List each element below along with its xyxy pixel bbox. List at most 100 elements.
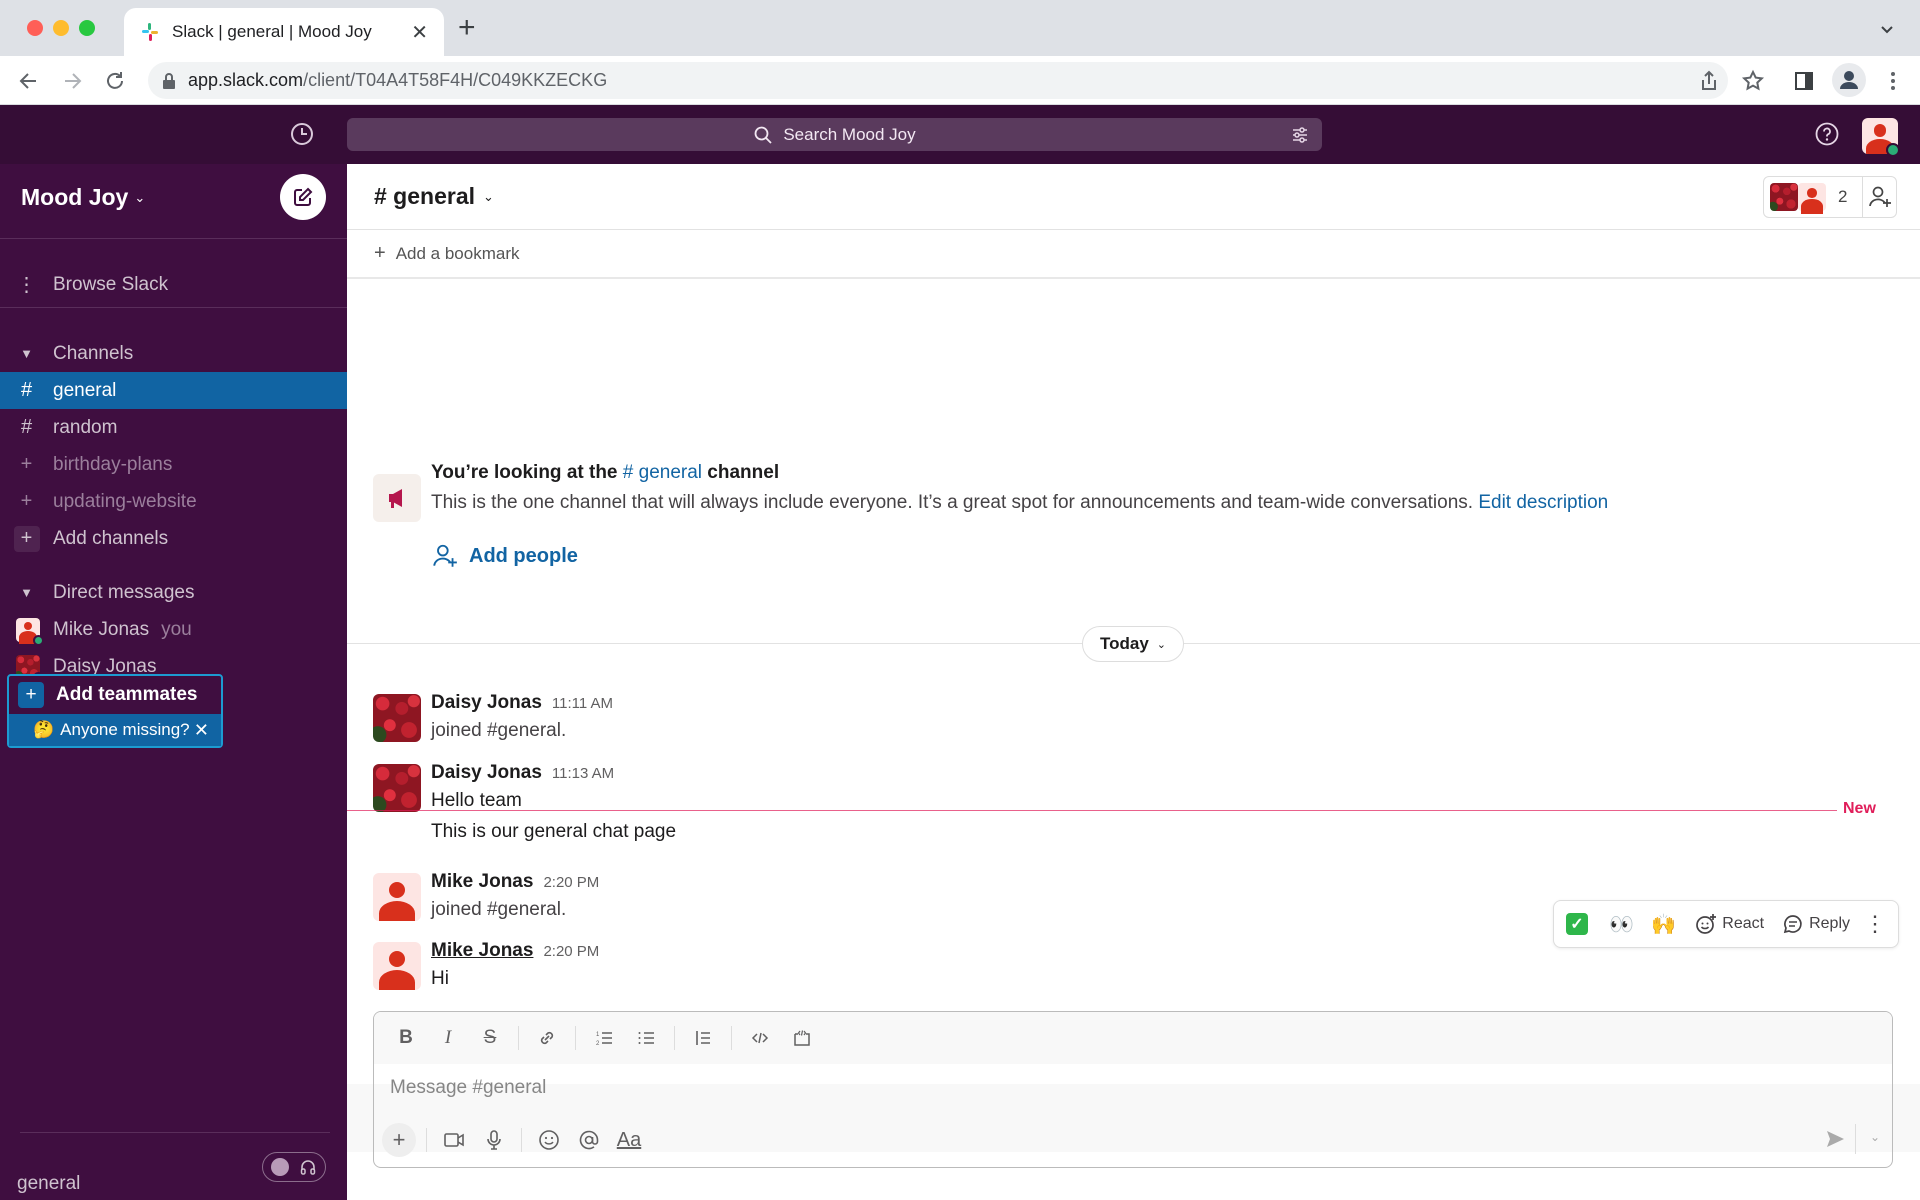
message-timestamp[interactable]: 11:13 AM [552, 765, 614, 782]
avatar[interactable] [373, 873, 421, 921]
close-window-button[interactable] [27, 20, 43, 36]
reaction-eyes-button[interactable]: 👀 [1608, 912, 1636, 937]
message-author[interactable]: Mike Jonas 2:20 PM [431, 940, 599, 962]
sidebar-item-label: updating-website [53, 490, 197, 512]
blockquote-icon[interactable] [685, 1020, 721, 1056]
divider [518, 1026, 519, 1050]
add-people-button[interactable]: Add people [431, 542, 578, 570]
code-block-icon[interactable] [784, 1020, 820, 1056]
ordered-list-icon[interactable]: 12 [586, 1020, 622, 1056]
avatar[interactable] [373, 942, 421, 990]
italic-icon[interactable]: I [430, 1020, 466, 1056]
attach-plus-icon[interactable]: + [382, 1123, 416, 1157]
channel-view: # general ⌄ 2 + Add a bookmark You’re look… [347, 164, 1920, 1200]
svg-text:2: 2 [596, 1041, 600, 1047]
maximize-window-button[interactable] [79, 20, 95, 36]
bold-icon[interactable]: B [388, 1020, 424, 1056]
profile-icon[interactable] [1832, 63, 1866, 97]
channel-link[interactable]: # general [623, 462, 702, 483]
minimize-window-button[interactable] [53, 20, 69, 36]
mention-icon[interactable] [572, 1123, 606, 1157]
close-tab-icon[interactable]: ✕ [411, 20, 428, 45]
bookmark-star-icon[interactable] [1740, 68, 1766, 94]
message-author[interactable]: Daisy Jonas 11:11 AM [431, 692, 613, 714]
avatar[interactable] [373, 764, 421, 812]
reload-icon[interactable] [102, 68, 128, 94]
add-channels-button[interactable]: + Add channels [0, 520, 347, 557]
formatting-toggle-button[interactable]: Aa [612, 1123, 646, 1157]
reaction-check-mark-button[interactable]: ✓ [1566, 913, 1594, 935]
plus-icon: + [374, 242, 386, 264]
reply-thread-icon [1783, 915, 1802, 934]
channel-title-button[interactable]: # general ⌄ [374, 183, 494, 210]
address-bar[interactable]: app.slack.com/client/T04A4T58F4H/C049KKZ… [148, 62, 1728, 99]
dm-section-header[interactable]: ▼ Direct messages [0, 574, 347, 611]
sidebar-item-dm-mike-jonas[interactable]: Mike Jonas you [0, 611, 347, 648]
send-options-chevron-icon[interactable]: ⌄ [1870, 1130, 1880, 1144]
intro-heading: You’re looking at the # general channel [431, 462, 780, 483]
workspace-menu[interactable]: Mood Joy ⌄ [21, 184, 145, 211]
message-author[interactable]: Daisy Jonas 11:13 AM [431, 762, 614, 784]
divider [575, 1026, 576, 1050]
chevron-down-icon: ⌄ [483, 188, 494, 204]
sidebar-item-random[interactable]: # random [0, 409, 347, 446]
search-bar[interactable]: Search Mood Joy [347, 118, 1322, 151]
svg-text:1: 1 [596, 1032, 600, 1038]
bulleted-list-icon[interactable] [628, 1020, 664, 1056]
message-timestamp[interactable]: 11:11 AM [552, 695, 613, 712]
reply-button[interactable]: Reply [1782, 913, 1850, 935]
new-tab-button[interactable]: + [458, 13, 476, 43]
avatar [1770, 183, 1798, 211]
react-button[interactable]: React [1695, 913, 1764, 935]
send-icon[interactable] [1824, 1128, 1846, 1150]
tab-title: Slack | general | Mood Joy [172, 22, 372, 41]
add-person-icon[interactable] [1863, 184, 1896, 210]
sidebar-item-browse-slack[interactable]: ⋮ Browse Slack [0, 266, 347, 303]
add-bookmark-button[interactable]: + Add a bookmark [347, 230, 1920, 279]
more-actions-icon[interactable]: ⋮ [1864, 911, 1886, 937]
members-button[interactable]: 2 [1763, 176, 1897, 218]
edit-description-link[interactable]: Edit description [1478, 492, 1608, 513]
sidebar-item-label: Browse Slack [53, 273, 169, 295]
browser-menu-icon[interactable] [1880, 68, 1906, 94]
video-clip-icon[interactable] [437, 1123, 471, 1157]
search-icon [753, 125, 773, 145]
sidebar: Mood Joy ⌄ ⋮ Browse Slack ▼ Channels # gener… [0, 164, 347, 1200]
emoji-icon[interactable] [532, 1123, 566, 1157]
history-clock-icon[interactable] [289, 121, 315, 147]
link-icon[interactable] [529, 1020, 565, 1056]
message-timestamp[interactable]: 2:20 PM [543, 874, 599, 891]
search-filter-icon[interactable] [1290, 125, 1310, 145]
add-teammates-button[interactable]: + Add teammates [9, 676, 221, 714]
microphone-icon[interactable] [477, 1123, 511, 1157]
back-arrow-icon[interactable] [16, 68, 42, 94]
forward-arrow-icon[interactable] [59, 68, 85, 94]
dismiss-icon[interactable]: ✕ [194, 720, 209, 741]
message-author[interactable]: Mike Jonas 2:20 PM [431, 871, 599, 893]
share-icon[interactable] [1696, 68, 1722, 94]
sidebar-item-birthday-plans[interactable]: + birthday-plans [0, 446, 347, 483]
message-timestamp[interactable]: 2:20 PM [543, 943, 599, 960]
divider [731, 1026, 732, 1050]
sidebar-item-updating-website[interactable]: + updating-website [0, 483, 347, 520]
divider [20, 1132, 330, 1133]
help-icon[interactable] [1814, 121, 1840, 147]
huddle-toggle[interactable] [262, 1152, 326, 1182]
reaction-raised-hands-button[interactable]: 🙌 [1650, 912, 1678, 937]
footer-channel-label: general [17, 1173, 81, 1194]
avatar[interactable] [373, 694, 421, 742]
tab-list-chevron-icon[interactable] [1878, 20, 1896, 38]
anyone-missing-tooltip[interactable]: 🤔 Anyone missing? ✕ [9, 714, 221, 746]
channel-title: # general [374, 183, 475, 209]
channels-section-header[interactable]: ▼ Channels [0, 335, 347, 372]
sidebar-item-general[interactable]: # general [0, 372, 347, 409]
chevron-down-icon: ⌄ [1156, 638, 1167, 651]
side-panel-icon[interactable] [1791, 68, 1817, 94]
browser-tab[interactable]: Slack | general | Mood Joy ✕ [124, 8, 444, 56]
add-teammates-box: + Add teammates 🤔 Anyone missing? ✕ [7, 674, 223, 748]
date-jump-button[interactable]: Today ⌄ [1082, 626, 1184, 662]
compose-button[interactable] [280, 174, 326, 220]
strikethrough-icon[interactable]: S [472, 1020, 508, 1056]
message-input[interactable] [390, 1070, 1870, 1106]
code-icon[interactable] [742, 1020, 778, 1056]
